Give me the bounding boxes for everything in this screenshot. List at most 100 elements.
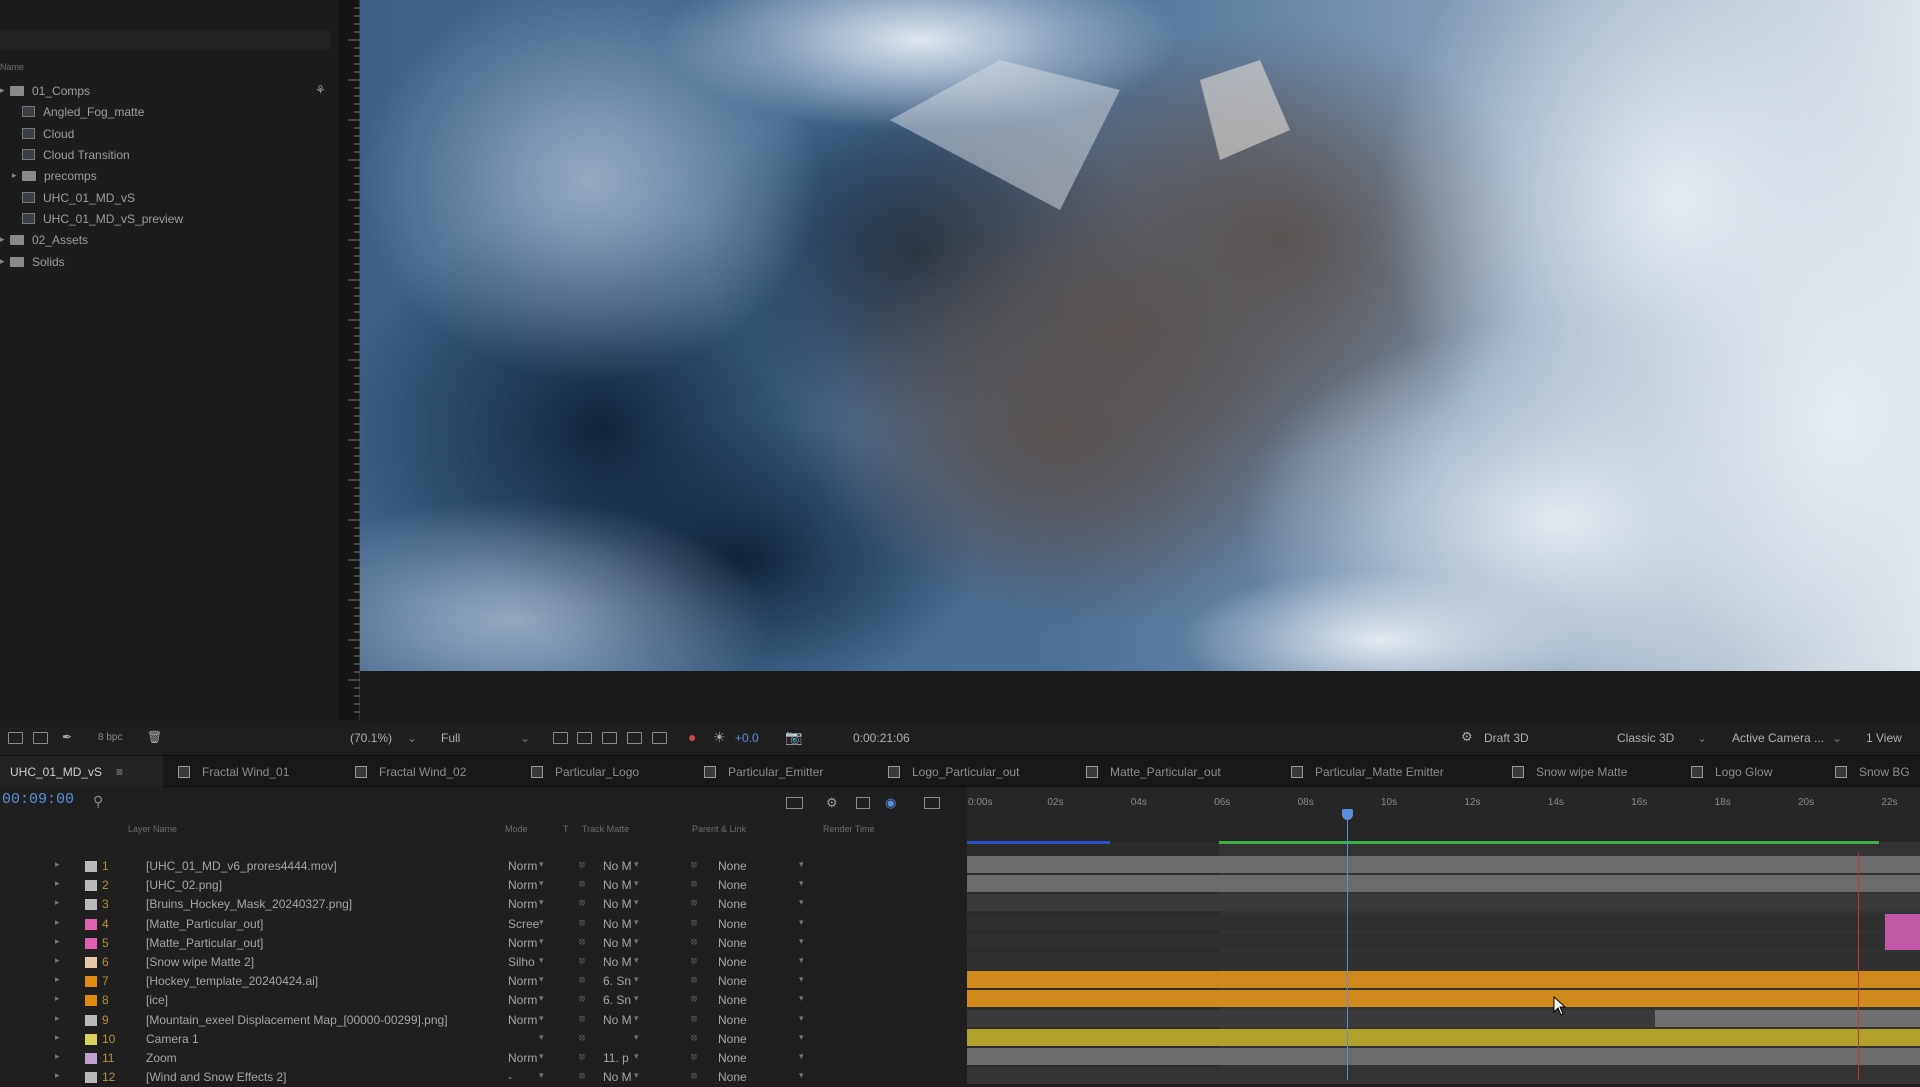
layer-duration-bar[interactable] xyxy=(967,1028,1920,1046)
layer-duration-bar[interactable] xyxy=(967,990,1920,1008)
layer-name[interactable]: [ice] xyxy=(146,993,168,1007)
parent-chevron-icon[interactable]: ▾ xyxy=(799,974,804,985)
layer-row[interactable]: ▸ 7 [Hockey_template_20240424.ai] Norm ▾ ⦻ 6. … xyxy=(0,972,965,991)
tab-8[interactable]: Particular_Matte Emitter xyxy=(1291,756,1444,788)
layer-duration-bar[interactable] xyxy=(967,875,1920,893)
tab-3[interactable]: Fractal Wind_02 xyxy=(355,756,466,788)
layer-duration-bar[interactable] xyxy=(967,952,1920,969)
layer-name[interactable]: Camera 1 xyxy=(146,1032,199,1046)
mode-chevron-icon[interactable]: ▾ xyxy=(539,936,544,947)
track-area[interactable]: 0:00s 02s 04s 06s 08s 10s 12s 14s 16s 18s 20s 22s xyxy=(967,787,1920,1085)
layer-name[interactable]: [UHC_02.png] xyxy=(146,878,222,892)
draft-3d-icon[interactable]: ⚙ xyxy=(1461,729,1473,745)
new-comp-icon[interactable] xyxy=(33,732,48,744)
matte-chevron-icon[interactable]: ▾ xyxy=(634,917,639,928)
matte-chevron-icon[interactable]: ▾ xyxy=(634,974,639,985)
parent-chevron-icon[interactable]: ▾ xyxy=(799,936,804,947)
layer-row[interactable]: ▸ 11 Zoom Norm ▾ ⦻ 11. p ▾ ⦻ None ▾ xyxy=(0,1049,965,1068)
project-search-bar[interactable] xyxy=(0,30,330,50)
tab-7[interactable]: Matte_Particular_out xyxy=(1086,756,1221,788)
mode-chevron-icon[interactable]: ▾ xyxy=(539,878,544,889)
matte-chevron-icon[interactable]: ▾ xyxy=(634,859,639,870)
exposure-value[interactable]: +0.0 xyxy=(735,731,759,745)
layer-row[interactable]: ▸ 12 [Wind and Snow Effects 2] - ▾ ⦻ No M ▾ ⦻ Non… xyxy=(0,1068,965,1087)
pickwhip-icon[interactable]: ⦻ xyxy=(691,1013,697,1024)
mode-chevron-icon[interactable]: ▾ xyxy=(539,1051,544,1062)
parent-chevron-icon[interactable]: ▾ xyxy=(799,878,804,889)
chevron-down-icon[interactable]: ⌄ xyxy=(407,731,417,745)
layer-name[interactable]: [Matte_Particular_out] xyxy=(146,917,263,931)
parent-chevron-icon[interactable]: ▾ xyxy=(799,897,804,908)
region-of-interest-icon[interactable] xyxy=(553,732,568,744)
grid-guides-icon[interactable] xyxy=(627,732,642,744)
resolution-dropdown[interactable]: Full xyxy=(441,731,460,745)
channel-icon[interactable] xyxy=(652,732,667,744)
mode-chevron-icon[interactable]: ▾ xyxy=(539,993,544,1004)
layer-duration-bar[interactable] xyxy=(967,913,1920,931)
bpc-indicator[interactable]: 8 bpc xyxy=(98,732,122,743)
project-item[interactable]: UHC_01_MD_vS_preview xyxy=(0,208,335,229)
pickwhip-icon[interactable]: ⦻ xyxy=(691,1051,697,1062)
project-item[interactable]: ▸ Solids xyxy=(0,251,335,272)
playhead-handle[interactable] xyxy=(1342,809,1354,820)
layer-duration-bar[interactable] xyxy=(967,932,1920,950)
folder-icon[interactable] xyxy=(8,732,23,744)
parent-chevron-icon[interactable]: ▾ xyxy=(799,993,804,1004)
frame-blending-icon[interactable] xyxy=(856,797,870,809)
layer-name[interactable]: [Hockey_template_20240424.ai] xyxy=(146,974,318,988)
pickwhip-icon[interactable]: ⦻ xyxy=(691,955,697,966)
mode-chevron-icon[interactable]: ▾ xyxy=(539,974,544,985)
exposure-icon[interactable]: ☀ xyxy=(713,729,726,746)
layer-duration-bar[interactable] xyxy=(967,1009,1655,1027)
project-item[interactable]: UHC_01_MD_vS xyxy=(0,187,335,208)
layer-row[interactable]: ▸ 5 [Matte_Particular_out] Norm ▾ ⦻ No M ▾ ⦻ None… xyxy=(0,934,965,953)
project-item[interactable]: Cloud xyxy=(0,123,335,144)
mode-chevron-icon[interactable]: ▾ xyxy=(539,897,544,908)
layer-row[interactable]: ▸ 3 [Bruins_Hockey_Mask_20240327.png] Norm ▾… xyxy=(0,895,965,914)
pickwhip-icon[interactable]: ⦻ xyxy=(691,878,697,889)
matte-chevron-icon[interactable]: ▾ xyxy=(634,878,639,889)
disclosure-icon[interactable]: ▸ xyxy=(55,936,60,947)
layer-row[interactable]: ▸ 1 [UHC_01_MD_v6_prores4444.mov] Norm ▾ ⦻ No … xyxy=(0,857,965,876)
composition-viewer[interactable] xyxy=(360,0,1920,671)
mode-chevron-icon[interactable]: ▾ xyxy=(539,955,544,966)
parent-chevron-icon[interactable]: ▾ xyxy=(799,1051,804,1062)
viewer-timecode[interactable]: 0:00:21:06 xyxy=(853,731,910,745)
pickwhip-icon[interactable]: ⦻ xyxy=(691,859,697,870)
tab-6[interactable]: Logo_Particular_out xyxy=(888,756,1019,788)
disclosure-icon[interactable]: ▸ xyxy=(55,974,60,985)
mode-chevron-icon[interactable]: ▾ xyxy=(539,917,544,928)
layer-name[interactable]: [Bruins_Hockey_Mask_20240327.png] xyxy=(146,897,352,911)
mode-chevron-icon[interactable]: ▾ xyxy=(539,859,544,870)
disclosure-icon[interactable]: ▸ xyxy=(55,1051,60,1062)
tab-10[interactable]: Logo Glow xyxy=(1691,756,1772,788)
disclosure-icon[interactable]: ▸ xyxy=(12,170,22,181)
layer-duration-bar[interactable] xyxy=(1885,913,1920,950)
matte-chevron-icon[interactable]: ▾ xyxy=(634,1013,639,1024)
graph-editor-icon[interactable] xyxy=(924,797,940,809)
layer-duration-bar[interactable] xyxy=(967,1067,1920,1085)
disclosure-icon[interactable]: ▸ xyxy=(55,1032,60,1043)
mask-visibility-icon[interactable] xyxy=(602,732,617,744)
search-icon[interactable]: ⚲ xyxy=(93,793,103,810)
matte-chevron-icon[interactable]: ▾ xyxy=(634,955,639,966)
layer-name[interactable]: [Wind and Snow Effects 2] xyxy=(146,1070,287,1084)
mode-chevron-icon[interactable]: ▾ xyxy=(539,1032,544,1043)
tab-4[interactable]: Particular_Logo xyxy=(531,756,639,788)
chevron-down-icon[interactable]: ⌄ xyxy=(1832,731,1842,745)
disclosure-icon[interactable]: ▸ xyxy=(55,993,60,1004)
layer-name[interactable]: [UHC_01_MD_v6_prores4444.mov] xyxy=(146,859,337,873)
renderer-dropdown[interactable]: Classic 3D xyxy=(1617,731,1674,745)
layer-row[interactable]: ▸ 8 [ice] Norm ▾ ⦻ 6. Sn ▾ ⦻ None ▾ xyxy=(0,991,965,1010)
tab-menu-icon[interactable]: ≡ xyxy=(116,765,123,779)
disclosure-icon[interactable]: ▸ xyxy=(55,878,60,889)
layer-row[interactable]: ▸ 2 [UHC_02.png] Norm ▾ ⦻ No M ▾ ⦻ None ▾ xyxy=(0,876,965,895)
layer-duration-bar[interactable] xyxy=(967,1048,1920,1065)
parent-chevron-icon[interactable]: ▾ xyxy=(799,1032,804,1043)
layer-duration-bar[interactable] xyxy=(967,856,1920,873)
disclosure-icon[interactable]: ▸ xyxy=(55,859,60,870)
tab-2[interactable]: Fractal Wind_01 xyxy=(178,756,289,788)
parent-chevron-icon[interactable]: ▾ xyxy=(799,917,804,928)
pickwhip-icon[interactable]: ⦻ xyxy=(691,974,697,985)
matte-chevron-icon[interactable]: ▾ xyxy=(634,993,639,1004)
